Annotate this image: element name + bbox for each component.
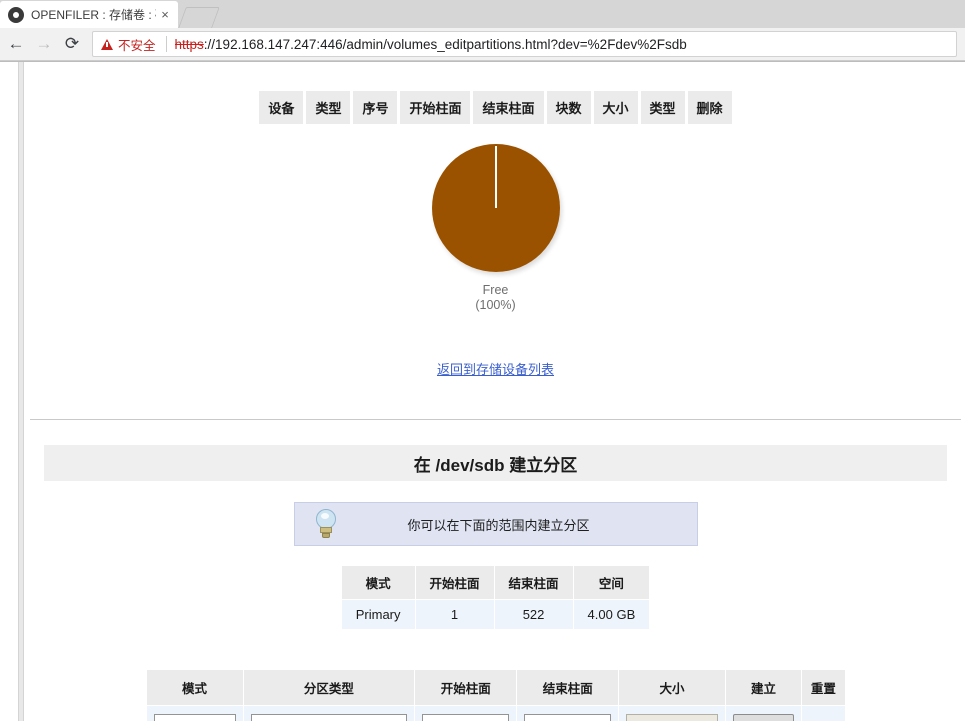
form-cell-mode: Primary: [145, 705, 244, 721]
security-badge[interactable]: 不安全: [101, 35, 156, 54]
tab-title: OPENFILER : 存储卷 : 磁: [31, 7, 156, 22]
info-box-text: 你可以在下面的范围内建立分区: [407, 517, 590, 533]
table-header-row: 模式 开始柱面 结束柱面 空间: [340, 565, 651, 600]
address-bar[interactable]: 不安全 https://192.168.147.247:446/admin/vo…: [92, 31, 957, 57]
url-scheme: https: [174, 36, 204, 52]
chart-legend: Free (100%): [26, 283, 965, 313]
form-col-part-type: 分区类型: [242, 669, 416, 706]
range-cell-end-cyl: 522: [493, 599, 574, 630]
security-label: 不安全: [118, 38, 156, 53]
create-partition-form-table: 模式 分区类型 开始柱面 结束柱面 大小 建立 重置 Primary Physi…: [145, 669, 846, 721]
section-divider: [30, 419, 961, 420]
partition-type-select[interactable]: Physical volume: [250, 714, 407, 721]
reload-icon[interactable]: ⟳: [58, 30, 86, 58]
info-box: 你可以在下面的范围内建立分区: [293, 502, 698, 546]
url-text: https://192.168.147.247:446/admin/volume…: [175, 37, 687, 52]
page-left-gutter: [18, 62, 24, 721]
table-row: Primary 1 522 4.00 GB: [340, 599, 651, 630]
partitions-table: 设备 类型 序号 开始柱面 结束柱面 块数 大小 类型 删除: [256, 91, 734, 124]
page-title: 在 /dev/sdb 建立分区: [413, 455, 578, 475]
lightbulb-icon: [313, 507, 339, 541]
url-rest: ://192.168.147.247:446/admin/volumes_edi…: [203, 36, 687, 52]
col-device: 设备: [259, 91, 304, 124]
warning-triangle-icon: [101, 38, 113, 50]
range-cell-space: 4.00 GB: [572, 599, 651, 630]
col-start-cyl: 开始柱面: [400, 91, 471, 124]
table-header-row: 设备 类型 序号 开始柱面 结束柱面 块数 大小 类型 删除: [259, 91, 732, 124]
form-col-end-cyl: 结束柱面: [516, 669, 620, 706]
form-cell-size: [618, 705, 726, 721]
form-col-start-cyl: 开始柱面: [414, 669, 518, 706]
back-to-device-list-link[interactable]: 返回到存储设备列表: [437, 362, 554, 377]
table-row: Primary Physical volume 1 522 4 GB: [145, 705, 846, 721]
col-delete: 删除: [687, 91, 732, 124]
form-col-mode: 模式: [145, 669, 244, 706]
form-cell-create: Create: [724, 705, 803, 721]
form-col-size: 大小: [618, 669, 726, 706]
range-col-space: 空间: [572, 565, 651, 600]
back-link-container: 返回到存储设备列表: [26, 359, 965, 379]
page-viewport: 设备 类型 序号 开始柱面 结束柱面 块数 大小 类型 删除 Free (100…: [0, 62, 965, 721]
pie-slice-divider: [494, 146, 497, 208]
form-cell-reset: 重置: [801, 705, 846, 721]
browser-tab[interactable]: OPENFILER : 存储卷 : 磁 ×: [0, 1, 178, 28]
table-header-row: 模式 分区类型 开始柱面 结束柱面 大小 建立 重置: [145, 669, 846, 706]
form-col-create: 建立: [724, 669, 803, 706]
range-col-start-cyl: 开始柱面: [414, 565, 495, 600]
range-col-mode: 模式: [340, 565, 416, 600]
chart-legend-label: Free: [482, 283, 509, 297]
back-icon[interactable]: ←: [2, 30, 30, 58]
forward-icon[interactable]: →: [30, 30, 58, 58]
chart-legend-percent: (100%): [475, 298, 516, 312]
col-number: 序号: [353, 91, 398, 124]
col-type: 类型: [306, 91, 351, 124]
col-blocks: 块数: [546, 91, 591, 124]
omnibox-separator: [165, 36, 167, 52]
pie-chart-free-slice: [431, 144, 560, 272]
col-size: 大小: [593, 91, 638, 124]
form-cell-start-cyl: [414, 705, 518, 721]
openfiler-favicon-icon: [8, 6, 24, 23]
size-display-field: [626, 714, 718, 721]
page-content: 设备 类型 序号 开始柱面 结束柱面 块数 大小 类型 删除 Free (100…: [26, 62, 965, 721]
create-partition-title-band: 在 /dev/sdb 建立分区: [44, 445, 947, 481]
end-cylinder-input[interactable]: [524, 714, 612, 721]
range-col-end-cyl: 结束柱面: [493, 565, 574, 600]
form-cell-end-cyl: [516, 705, 620, 721]
tab-strip: OPENFILER : 存储卷 : 磁 ×: [0, 0, 965, 28]
free-range-table: 模式 开始柱面 结束柱面 空间 Primary 1 522 4.00 GB: [340, 565, 651, 630]
browser-chrome: OPENFILER : 存储卷 : 磁 × ← → ⟳ 不安全 https://…: [0, 0, 965, 62]
new-tab-button[interactable]: [178, 7, 220, 28]
range-cell-mode: Primary: [340, 599, 416, 630]
start-cylinder-input[interactable]: [422, 714, 510, 721]
browser-toolbar: ← → ⟳ 不安全 https://192.168.147.247:446/ad…: [0, 28, 965, 61]
create-button[interactable]: Create: [732, 714, 795, 721]
disk-usage-chart: Free (100%): [26, 144, 965, 313]
col-end-cyl: 结束柱面: [473, 91, 544, 124]
mode-select[interactable]: Primary: [153, 714, 236, 721]
form-col-reset: 重置: [801, 669, 846, 706]
range-cell-start-cyl: 1: [414, 599, 495, 630]
close-icon[interactable]: ×: [158, 8, 172, 22]
form-cell-part-type: Physical volume: [242, 705, 416, 721]
col-fstype: 类型: [640, 91, 685, 124]
